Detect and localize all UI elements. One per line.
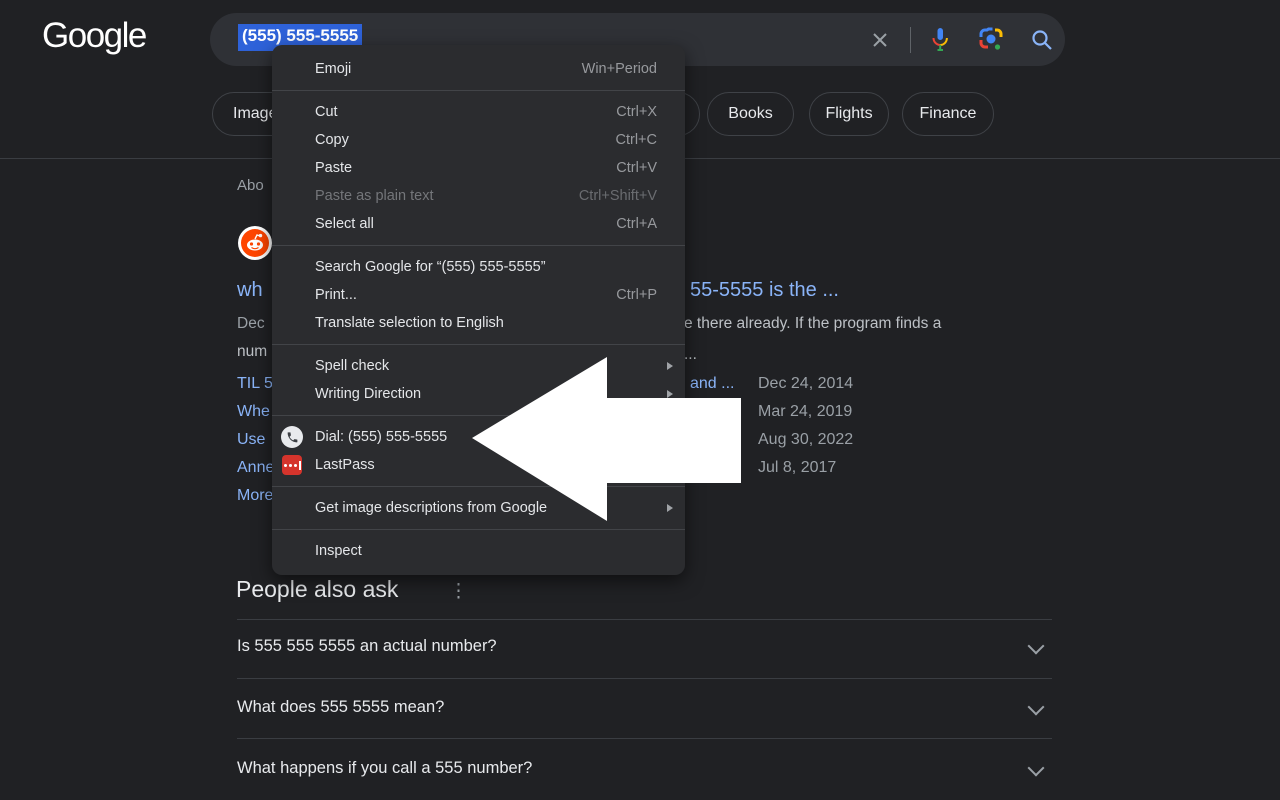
paa-question-1[interactable]: Is 555 555 5555 an actual number?: [237, 637, 1052, 656]
menu-item-spell-check[interactable]: Spell check: [272, 352, 685, 380]
chevron-down-icon[interactable]: [1027, 698, 1045, 716]
lastpass-icon: [281, 454, 303, 476]
voice-search-icon[interactable]: [928, 27, 952, 53]
menu-shortcut: Ctrl+Shift+V: [578, 188, 657, 204]
menu-label: Translate selection to English: [315, 315, 504, 331]
paa-question-1-text: Is 555 555 5555 an actual number?: [237, 637, 497, 655]
google-logo[interactable]: Google: [42, 16, 147, 56]
menu-item-translate[interactable]: Translate selection to English: [272, 309, 685, 337]
sublink-1-date: Mar 24, 2019: [758, 403, 853, 420]
menu-label: LastPass: [315, 457, 375, 473]
chevron-down-icon[interactable]: [1027, 759, 1045, 777]
menu-shortcut: Ctrl+V: [616, 160, 657, 176]
menu-separator: [272, 529, 685, 530]
menu-label: Emoji: [315, 61, 352, 77]
menu-item-paste-plain: Paste as plain text Ctrl+Shift+V: [272, 182, 685, 210]
menu-shortcut: Ctrl+X: [616, 104, 657, 120]
context-menu: Emoji Win+Period Cut Ctrl+X Copy Ctrl+C …: [272, 45, 685, 575]
menu-label: Print...: [315, 287, 357, 303]
paa-question-3-text: What happens if you call a 555 number?: [237, 759, 533, 777]
paa-question-2[interactable]: What does 555 5555 mean?: [237, 698, 1052, 717]
submenu-arrow-icon: [667, 362, 673, 370]
menu-item-dial[interactable]: Dial: (555) 555-5555: [272, 423, 685, 451]
menu-separator: [272, 90, 685, 91]
tab-finance-label: Finance: [919, 105, 977, 122]
menu-label: Paste as plain text: [315, 188, 434, 204]
snippet-text-left2: num: [237, 343, 268, 360]
searchbar-divider: [910, 27, 911, 53]
menu-item-search-google[interactable]: Search Google for “(555) 555-5555”: [272, 253, 685, 281]
result-stats-fragment: Abo: [237, 177, 264, 194]
google-search-page: Google (555) 555-5555 Images Books Fligh…: [0, 0, 1280, 800]
menu-label: Search Google for “(555) 555-5555”: [315, 259, 546, 275]
sublink-3[interactable]: Anne: [237, 459, 274, 477]
menu-item-print[interactable]: Print... Ctrl+P: [272, 281, 685, 309]
menu-shortcut: Ctrl+C: [615, 132, 658, 148]
tab-flights[interactable]: Flights: [809, 92, 889, 136]
search-icon[interactable]: [1030, 28, 1054, 52]
menu-item-image-descriptions[interactable]: Get image descriptions from Google: [272, 494, 685, 522]
reddit-icon: [241, 229, 269, 257]
menu-shortcut: Ctrl+A: [616, 216, 657, 232]
menu-separator: [272, 344, 685, 345]
menu-label: Get image descriptions from Google: [315, 500, 548, 516]
menu-separator: [272, 245, 685, 246]
menu-item-paste[interactable]: Paste Ctrl+V: [272, 154, 685, 182]
menu-label: Spell check: [315, 358, 390, 374]
google-lens-icon[interactable]: [978, 27, 1004, 53]
submenu-arrow-icon: [667, 390, 673, 398]
menu-shortcut: Win+Period: [581, 61, 657, 77]
menu-item-writing-direction[interactable]: Writing Direction: [272, 380, 685, 408]
tab-flights-label: Flights: [825, 105, 873, 122]
paa-divider: [237, 738, 1052, 739]
clear-icon[interactable]: [870, 30, 890, 50]
menu-item-select-all[interactable]: Select all Ctrl+A: [272, 210, 685, 238]
tab-books-label: Books: [728, 105, 773, 122]
sublink-0-right[interactable]: and ...: [690, 375, 734, 393]
people-also-ask-title: People also ask: [236, 576, 399, 602]
menu-label: Writing Direction: [315, 386, 422, 402]
menu-label: Copy: [315, 132, 349, 148]
result-title-left[interactable]: wh: [237, 279, 263, 302]
snippet-date-fragment: Dec: [237, 315, 265, 332]
menu-separator: [272, 415, 685, 416]
sublink-0-date: Dec 24, 2014: [758, 375, 854, 392]
menu-label: Inspect: [315, 543, 362, 559]
menu-label: Dial: (555) 555-5555: [315, 429, 448, 445]
menu-item-copy[interactable]: Copy Ctrl+C: [272, 126, 685, 154]
tab-books[interactable]: Books: [707, 92, 794, 136]
result-title-right[interactable]: 55-5555 is the ...: [690, 279, 839, 302]
menu-item-emoji[interactable]: Emoji Win+Period: [272, 55, 685, 83]
phone-icon: [281, 426, 303, 448]
chevron-down-icon[interactable]: [1027, 637, 1045, 655]
sublink-2-date: Aug 30, 2022: [758, 431, 854, 448]
submenu-arrow-icon: [667, 504, 673, 512]
tab-finance[interactable]: Finance: [902, 92, 994, 136]
reddit-avatar: [238, 226, 272, 260]
sublink-0[interactable]: TIL 5: [237, 375, 273, 393]
snippet-text-right: e there already. If the program finds a: [684, 315, 942, 332]
paa-question-3[interactable]: What happens if you call a 555 number?: [237, 759, 1052, 778]
paa-divider: [237, 619, 1052, 620]
search-query-text[interactable]: (555) 555-5555: [238, 24, 363, 51]
menu-separator: [272, 486, 685, 487]
paa-divider: [237, 678, 1052, 679]
menu-item-lastpass[interactable]: LastPass: [272, 451, 685, 479]
menu-label: Select all: [315, 216, 374, 232]
menu-shortcut: Ctrl+P: [616, 287, 657, 303]
menu-item-cut[interactable]: Cut Ctrl+X: [272, 98, 685, 126]
paa-question-2-text: What does 555 5555 mean?: [237, 698, 445, 716]
menu-label: Cut: [315, 104, 338, 120]
more-options-icon[interactable]: ⋮: [449, 580, 468, 603]
snippet-text-right2: ...: [684, 346, 697, 363]
menu-item-inspect[interactable]: Inspect: [272, 537, 685, 565]
menu-label: Paste: [315, 160, 353, 176]
sublink-3-date: Jul 8, 2017: [758, 459, 837, 476]
sublink-4[interactable]: More: [237, 487, 273, 505]
sublink-2[interactable]: Use: [237, 431, 265, 449]
sublink-1[interactable]: Whe: [237, 403, 270, 421]
